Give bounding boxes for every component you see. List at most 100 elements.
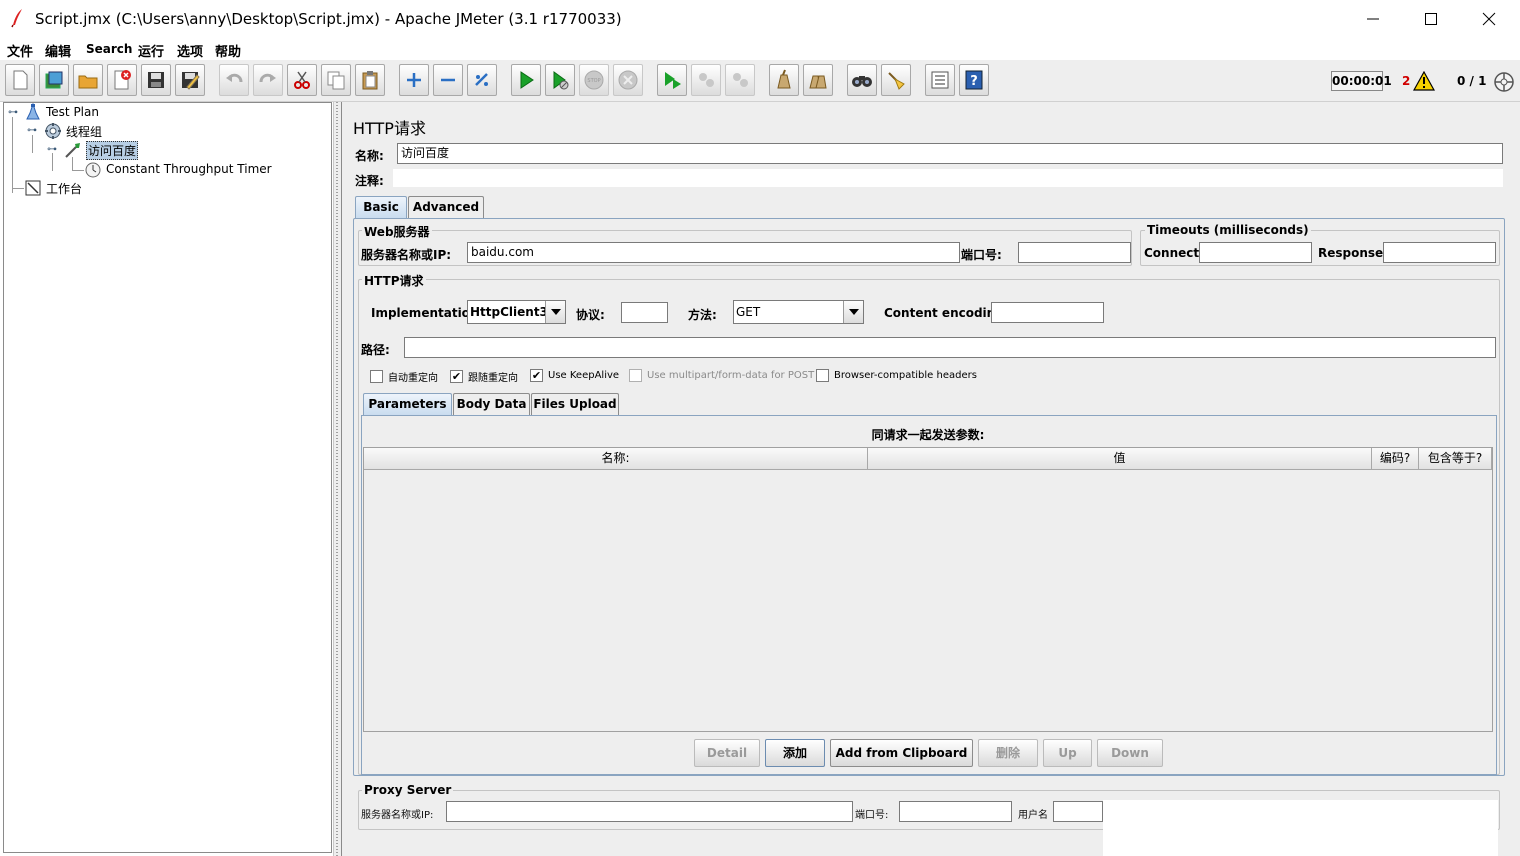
function-helper-button[interactable] xyxy=(925,64,955,96)
menu-help[interactable]: 帮助 xyxy=(215,41,241,60)
expand-handle[interactable]: ⊶ xyxy=(47,144,57,155)
protocol-field[interactable] xyxy=(621,302,668,323)
column-header-value[interactable]: 值 xyxy=(868,448,1372,470)
search-button[interactable] xyxy=(847,64,877,96)
method-select[interactable]: GET xyxy=(733,300,864,324)
reset-search-button[interactable] xyxy=(881,64,911,96)
close-file-button[interactable] xyxy=(107,64,137,96)
browser-compatible-checkbox[interactable]: Browser-compatible headers xyxy=(816,369,977,382)
tab-files-upload[interactable]: Files Upload xyxy=(531,393,619,415)
new-button[interactable] xyxy=(5,64,35,96)
open-button[interactable] xyxy=(73,64,103,96)
menu-edit[interactable]: 编辑 xyxy=(45,41,71,60)
maximize-icon xyxy=(1425,13,1437,25)
proxy-server-field[interactable] xyxy=(446,801,853,822)
tab-body-data[interactable]: Body Data xyxy=(453,393,530,415)
elapsed-time: 00:00:01 xyxy=(1331,71,1392,91)
tab-advanced[interactable]: Advanced xyxy=(408,196,484,218)
proxy-port-field[interactable] xyxy=(899,801,1012,822)
timeouts-title: Timeouts (milliseconds) xyxy=(1145,223,1311,237)
help-button[interactable]: ? xyxy=(959,64,989,96)
tree-node-label: Test Plan xyxy=(46,105,99,119)
minimize-button[interactable] xyxy=(1344,0,1402,38)
expand-handle[interactable]: ⊶ xyxy=(27,125,37,136)
start-button[interactable] xyxy=(511,64,541,96)
server-name-field[interactable]: baidu.com xyxy=(467,242,960,263)
up-button[interactable]: Up xyxy=(1043,739,1092,767)
server-name-label: 服务器名称或IP: xyxy=(361,248,452,262)
tab-parameters[interactable]: Parameters xyxy=(363,393,452,415)
tab-basic[interactable]: Basic xyxy=(355,196,407,218)
save-as-button[interactable] xyxy=(175,64,205,96)
tree-node-thread-group[interactable]: 线程组 xyxy=(44,122,102,140)
keepalive-checkbox[interactable]: ✔ Use KeepAlive xyxy=(530,369,619,382)
remote-exit-all-button[interactable] xyxy=(725,64,755,96)
chevron-down-icon[interactable] xyxy=(843,301,863,323)
detail-button[interactable]: Detail xyxy=(694,739,760,767)
toggle-button[interactable] xyxy=(467,64,497,96)
tree-node-test-plan[interactable]: Test Plan xyxy=(24,103,99,121)
menu-options[interactable]: 选项 xyxy=(177,41,203,60)
checkbox-label: 跟随重定向 xyxy=(468,373,518,384)
chevron-down-icon[interactable] xyxy=(545,301,565,323)
name-field[interactable]: 访问百度 xyxy=(397,143,1503,164)
proxy-username-field[interactable] xyxy=(1053,801,1103,822)
response-timeout-field[interactable] xyxy=(1383,242,1496,263)
remote-stop-all-button[interactable] xyxy=(691,64,721,96)
remote-start-all-button[interactable] xyxy=(657,64,687,96)
paste-icon xyxy=(362,71,378,90)
menu-search[interactable]: Search xyxy=(86,42,132,56)
redo-button[interactable] xyxy=(253,64,283,96)
column-header-include-equals[interactable]: 包含等于? xyxy=(1419,448,1492,470)
column-header-encode[interactable]: 编码? xyxy=(1372,448,1419,470)
stop-button[interactable]: STOP xyxy=(579,64,609,96)
connect-timeout-field[interactable] xyxy=(1199,242,1312,263)
save-button[interactable] xyxy=(141,64,171,96)
paste-button[interactable] xyxy=(355,64,385,96)
delete-button[interactable]: 删除 xyxy=(978,739,1038,767)
splitter-grip xyxy=(336,102,338,856)
undo-button[interactable] xyxy=(219,64,249,96)
implementation-select[interactable]: HttpClient3.1 xyxy=(467,300,566,324)
comment-label: 注释: xyxy=(355,174,384,188)
clear-all-button[interactable] xyxy=(803,64,833,96)
checkbox-box xyxy=(629,369,642,382)
reset-search-icon xyxy=(888,72,905,90)
tree-node-constant-throughput-timer[interactable]: Constant Throughput Timer xyxy=(84,160,272,178)
add-from-clipboard-button[interactable]: Add from Clipboard xyxy=(830,739,973,767)
maximize-button[interactable] xyxy=(1402,0,1460,38)
cut-button[interactable] xyxy=(287,64,317,96)
collapse-all-button[interactable] xyxy=(433,64,463,96)
clear-icon xyxy=(777,69,791,89)
copy-button[interactable] xyxy=(321,64,351,96)
column-header-name[interactable]: 名称: xyxy=(364,448,868,470)
remote-status-icon[interactable] xyxy=(1493,71,1515,93)
warning-icon[interactable] xyxy=(1413,71,1435,91)
start-no-pause-button[interactable] xyxy=(545,64,575,96)
comment-field[interactable] xyxy=(393,169,1503,187)
tree-node-workbench[interactable]: 工作台 xyxy=(24,179,82,197)
follow-redirects-checkbox[interactable]: ✔ 跟随重定向 xyxy=(450,369,518,384)
menu-file[interactable]: 文件 xyxy=(7,41,33,60)
auto-redirect-checkbox[interactable]: 自动重定向 xyxy=(370,369,438,384)
close-window-button[interactable] xyxy=(1460,0,1518,38)
menu-run[interactable]: 运行 xyxy=(138,41,164,60)
expand-all-button[interactable] xyxy=(399,64,429,96)
shutdown-button[interactable] xyxy=(613,64,643,96)
content-encoding-field[interactable] xyxy=(991,302,1104,323)
tree-node-http-request[interactable]: 访问百度 xyxy=(64,140,139,160)
path-field[interactable] xyxy=(404,337,1496,358)
toolbar: STOP ? 00:00:01 2 0 / 1 xyxy=(0,60,1520,102)
cut-icon xyxy=(294,71,310,89)
port-field[interactable] xyxy=(1018,242,1131,263)
templates-button[interactable] xyxy=(39,64,69,96)
expand-handle[interactable]: ⊶ xyxy=(8,107,18,118)
svg-text:STOP: STOP xyxy=(587,78,600,84)
clear-button[interactable] xyxy=(769,64,799,96)
add-button[interactable]: 添加 xyxy=(765,739,825,767)
multipart-checkbox[interactable]: Use multipart/form-data for POST xyxy=(629,369,814,382)
open-icon xyxy=(78,75,98,89)
down-button[interactable]: Down xyxy=(1097,739,1163,767)
parameters-table[interactable] xyxy=(363,447,1493,732)
check-mark-icon: ✔ xyxy=(530,369,543,382)
